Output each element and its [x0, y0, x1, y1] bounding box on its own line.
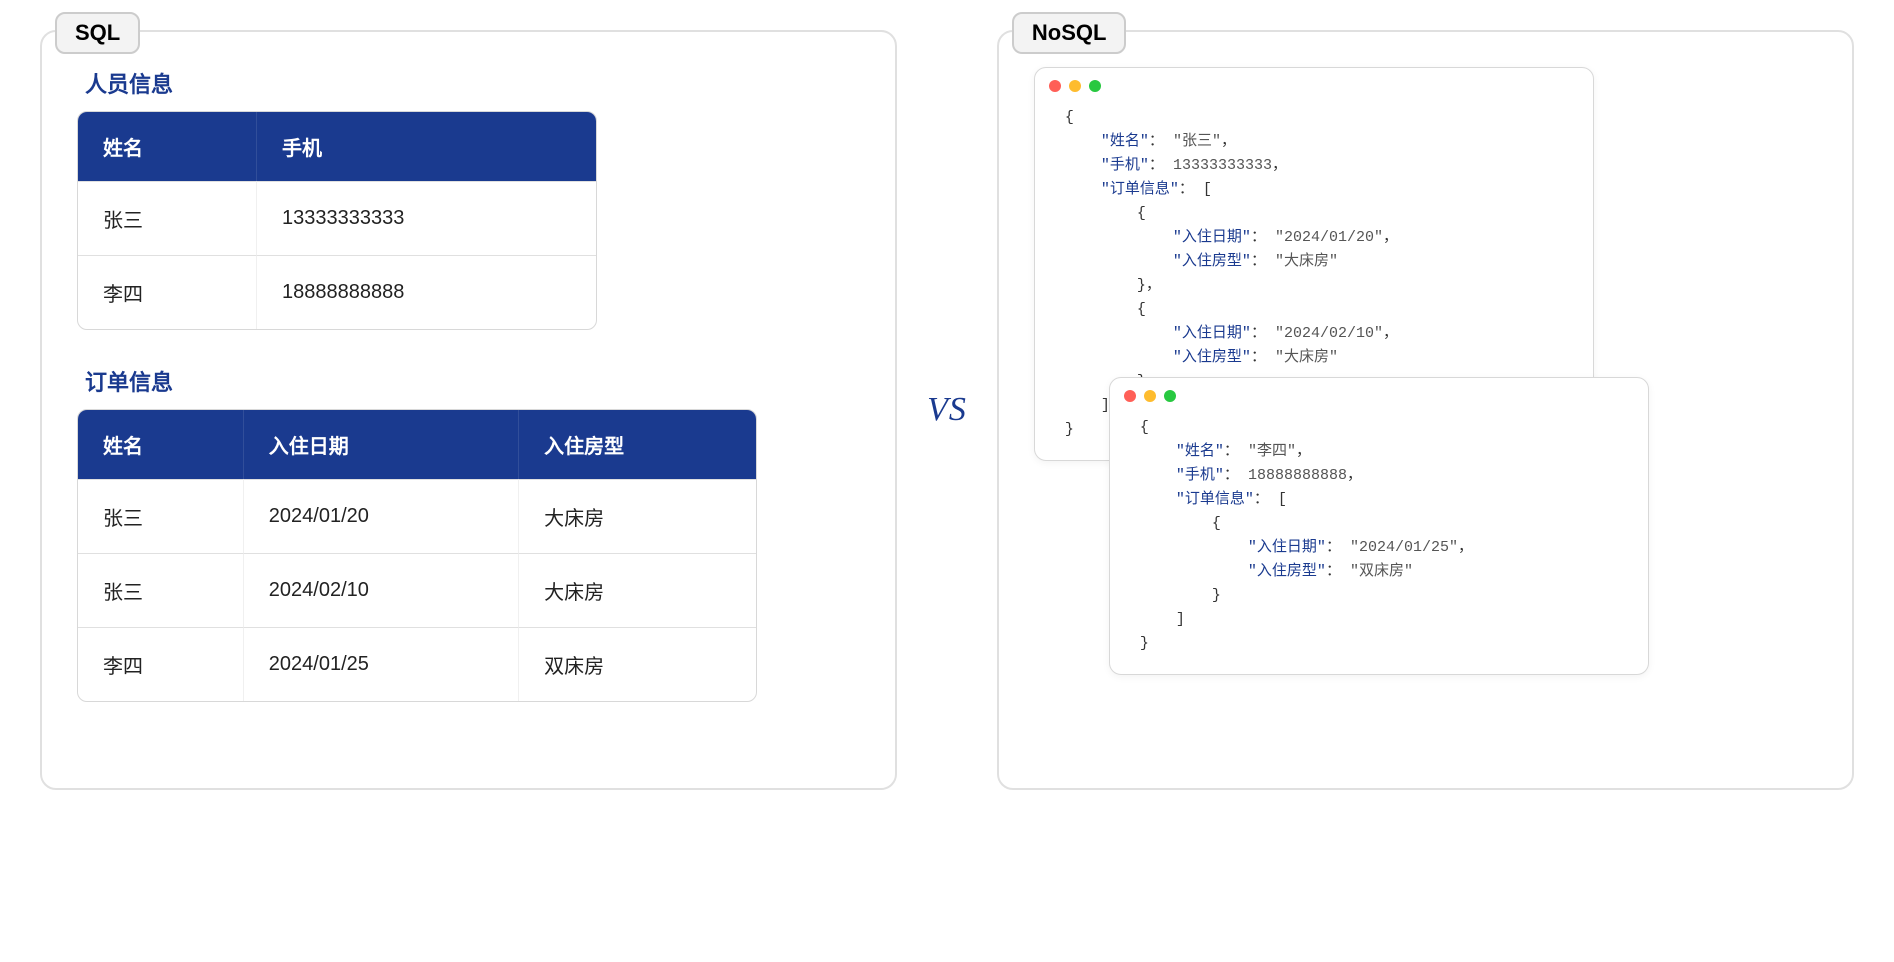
sql-panel: 人员信息 姓名 手机 张三 13333333333 李四 1888888888 [40, 30, 897, 790]
minimize-icon [1144, 390, 1156, 402]
sql-label: SQL [55, 12, 140, 54]
cell: 张三 [78, 181, 257, 255]
nosql-label: NoSQL [1012, 12, 1127, 54]
nosql-documents-area: { "姓名"： "张三"， "手机"： 13333333333， "订单信息"：… [1034, 67, 1817, 747]
sql-panel-wrapper: SQL 人员信息 姓名 手机 张三 13333333333 李四 [40, 30, 897, 790]
cell: 大床房 [519, 479, 756, 553]
table-header-row: 姓名 入住日期 入住房型 [78, 410, 756, 479]
table-row: 李四 18888888888 [78, 255, 596, 329]
cell: 张三 [78, 553, 244, 627]
col-header: 姓名 [78, 410, 244, 479]
cell: 李四 [78, 255, 257, 329]
maximize-icon [1089, 80, 1101, 92]
cell: 大床房 [519, 553, 756, 627]
col-header: 姓名 [78, 112, 257, 181]
close-icon [1049, 80, 1061, 92]
json-code-block: { "姓名"： "李四"， "手机"： 18888888888， "订单信息"：… [1110, 410, 1648, 674]
cell: 双床房 [519, 627, 756, 701]
window-controls [1110, 378, 1648, 410]
orders-table-title: 订单信息 [85, 365, 860, 397]
nosql-panel: { "姓名"： "张三"， "手机"： 13333333333， "订单信息"：… [997, 30, 1854, 790]
table-header-row: 姓名 手机 [78, 112, 596, 181]
vs-separator: VS [917, 391, 977, 429]
cell: 2024/01/25 [244, 627, 519, 701]
table-row: 张三 2024/01/20 大床房 [78, 479, 756, 553]
col-header: 手机 [257, 112, 596, 181]
col-header: 入住日期 [244, 410, 519, 479]
close-icon [1124, 390, 1136, 402]
cell: 18888888888 [257, 255, 596, 329]
people-table: 姓名 手机 张三 13333333333 李四 18888888888 [77, 111, 597, 330]
nosql-panel-wrapper: NoSQL { "姓名"： "张三"， "手机"： 13333333333， "… [997, 30, 1854, 790]
col-header: 入住房型 [519, 410, 756, 479]
cell: 2024/01/20 [244, 479, 519, 553]
orders-table: 姓名 入住日期 入住房型 张三 2024/01/20 大床房 张三 2024/0… [77, 409, 757, 702]
cell: 2024/02/10 [244, 553, 519, 627]
table-row: 李四 2024/01/25 双床房 [78, 627, 756, 701]
minimize-icon [1069, 80, 1081, 92]
maximize-icon [1164, 390, 1176, 402]
people-table-title: 人员信息 [85, 67, 860, 99]
comparison-container: SQL 人员信息 姓名 手机 张三 13333333333 李四 [40, 30, 1854, 790]
table-row: 张三 2024/02/10 大床房 [78, 553, 756, 627]
json-document-window: { "姓名"： "李四"， "手机"： 18888888888， "订单信息"：… [1109, 377, 1649, 675]
cell: 13333333333 [257, 181, 596, 255]
table-row: 张三 13333333333 [78, 181, 596, 255]
window-controls [1035, 68, 1593, 100]
cell: 张三 [78, 479, 244, 553]
cell: 李四 [78, 627, 244, 701]
